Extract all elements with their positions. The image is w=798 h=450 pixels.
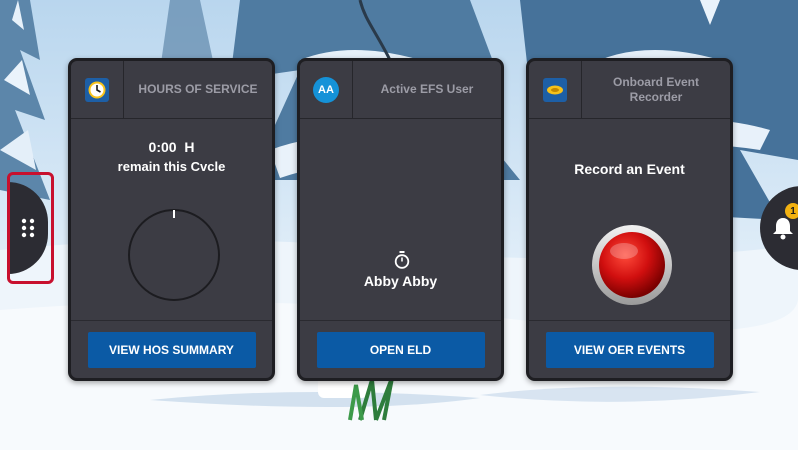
bell-icon bbox=[773, 218, 793, 240]
efs-user-card: AA Active EFS User Abby Abby OPEN ELD bbox=[297, 58, 504, 381]
hos-hours-unit: H bbox=[184, 139, 195, 155]
notification-badge: 1 bbox=[785, 203, 798, 219]
hos-card: HOURS OF SERVICE 0:00 H remain this Cvcl… bbox=[68, 58, 275, 381]
hos-card-header: HOURS OF SERVICE bbox=[71, 61, 272, 119]
efs-user-name: Abby Abby bbox=[363, 273, 438, 289]
oer-icon-box bbox=[529, 61, 582, 118]
hos-title: HOURS OF SERVICE bbox=[138, 82, 258, 96]
hos-remain-text: remain this Cvcle bbox=[117, 159, 226, 174]
hos-icon-box bbox=[71, 61, 124, 118]
efs-card-footer: OPEN ELD bbox=[300, 320, 501, 378]
hos-hours-line: 0:00 H bbox=[71, 139, 272, 155]
open-eld-button[interactable]: OPEN ELD bbox=[316, 331, 485, 368]
efs-title: Active EFS User bbox=[380, 82, 474, 96]
oer-card-body: Record an Event bbox=[529, 119, 730, 321]
stopwatch-icon bbox=[394, 251, 410, 269]
oer-card-footer: VIEW OER EVENTS bbox=[529, 320, 730, 378]
hos-card-footer: VIEW HOS SUMMARY bbox=[71, 320, 272, 378]
view-oer-events-button[interactable]: VIEW OER EVENTS bbox=[545, 331, 714, 368]
oer-headline: Record an Event bbox=[574, 161, 685, 177]
clock-icon bbox=[85, 77, 109, 102]
hos-progress-gauge bbox=[128, 209, 220, 301]
view-hos-summary-button[interactable]: VIEW HOS SUMMARY bbox=[87, 331, 256, 368]
user-avatar: AA bbox=[313, 76, 339, 103]
efs-card-body: Abby Abby bbox=[300, 119, 501, 321]
red-record-button[interactable] bbox=[590, 223, 674, 307]
efs-card-header: AA Active EFS User bbox=[300, 61, 501, 119]
side-menu-highlight bbox=[7, 172, 54, 284]
oer-card: Onboard Event Recorder Record an Event V… bbox=[526, 58, 733, 381]
hos-card-body: 0:00 H remain this Cvcle bbox=[71, 119, 272, 321]
oer-title: Onboard Event Recorder bbox=[612, 74, 699, 104]
recorder-icon bbox=[543, 77, 567, 102]
oer-card-header: Onboard Event Recorder bbox=[529, 61, 730, 119]
hos-hours-value: 0:00 bbox=[148, 139, 177, 155]
efs-icon-box: AA bbox=[300, 61, 353, 118]
